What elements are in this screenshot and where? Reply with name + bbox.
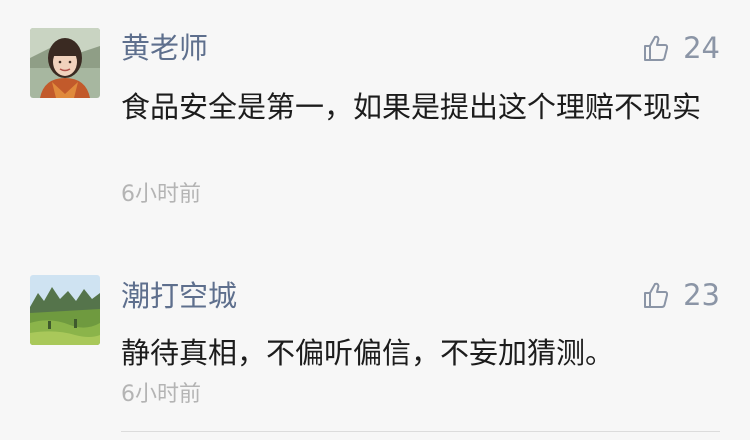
avatar-landscape-icon [30,275,100,345]
username[interactable]: 黄老师 [121,28,208,68]
comment-item: 黄老师 24 食品安全是第一，如果是提出这个理赔不现实 6小时前 [0,0,750,240]
comment-timestamp: 6小时前 [121,182,201,207]
avatar-woman-portrait-icon [30,28,100,98]
thumbs-up-icon [644,282,669,308]
like-count: 24 [683,31,720,65]
comment-text: 静待真相，不偏听偏信，不妄加猜测。 [121,336,615,370]
like-count: 23 [683,278,720,312]
comment-item: 潮打空城 23 静待真相，不偏听偏信，不妄加猜测。 6小时前 [0,240,750,440]
user-avatar[interactable] [30,275,100,345]
like-button[interactable]: 23 [643,275,720,315]
comment-list: 黄老师 24 食品安全是第一，如果是提出这个理赔不现实 6小时前 潮打空城 23… [0,0,750,440]
username[interactable]: 潮打空城 [121,276,237,316]
thumbs-up-icon [644,35,669,61]
user-avatar[interactable] [30,28,100,98]
like-button[interactable]: 24 [643,28,720,68]
comment-text: 食品安全是第一，如果是提出这个理赔不现实 [121,90,702,124]
comment-timestamp: 6小时前 [121,382,201,407]
divider [121,431,720,432]
